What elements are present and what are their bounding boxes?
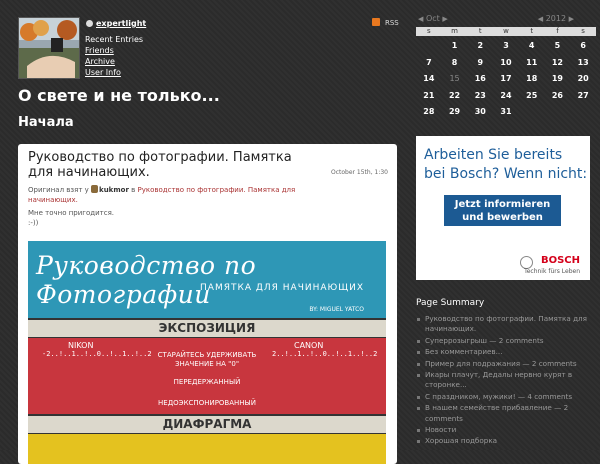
calendar-day[interactable]: 22	[442, 88, 468, 105]
calendar-day[interactable]: 21	[416, 88, 442, 105]
nav-friends[interactable]: Friends	[85, 45, 143, 56]
nav-recent-entries[interactable]: Recent Entries	[85, 34, 143, 45]
calendar-day[interactable]: 27	[570, 88, 596, 105]
calendar-day[interactable]: 7	[416, 55, 442, 72]
section-aperture: ДИАФРАГМА	[28, 416, 386, 433]
username-link[interactable]: expertlight	[86, 19, 146, 28]
page-summary: Page Summary Руководство по фотографии. …	[416, 298, 594, 448]
calendar-day[interactable]: 16	[467, 71, 493, 88]
calendar-day[interactable]: 11	[519, 55, 545, 72]
list-item[interactable]: Суперрозыгрыш — 2 comments	[416, 336, 594, 346]
calendar-day[interactable]: 9	[467, 55, 493, 72]
rss-link[interactable]: RSS	[372, 18, 399, 27]
journal-nav: Recent Entries Friends Archive User Info	[85, 34, 143, 78]
next-year-icon[interactable]: ▶	[569, 15, 574, 23]
nav-archive[interactable]: Archive	[85, 56, 143, 67]
list-item[interactable]: Икары плачут, Дедалы нервно курят в стор…	[416, 370, 594, 391]
userpic[interactable]	[18, 17, 80, 79]
calendar-day[interactable]: 25	[519, 88, 545, 105]
weekday-label: t	[530, 27, 534, 35]
page-summary-heading: Page Summary	[416, 298, 485, 308]
ad-logo: BOSCH	[540, 255, 580, 266]
exposure-panel: NIKON CANON СТАРАЙТЕСЬ УДЕРЖИВАТЬ ЗНАЧЕН…	[28, 338, 386, 414]
ad-tagline: Technik fürs Leben	[524, 268, 580, 275]
weekday-label: s	[581, 27, 585, 35]
calendar-empty-cell	[570, 104, 596, 121]
weekday-label: f	[556, 27, 559, 35]
prev-month-icon[interactable]: ◀	[418, 15, 423, 23]
calendar-header: ◀ Oct ▶ ◀ 2012 ▶	[418, 13, 596, 27]
calendar-day[interactable]: 14	[416, 71, 442, 88]
calendar-day[interactable]: 24	[493, 88, 519, 105]
calendar-day[interactable]: 23	[467, 88, 493, 105]
list-item[interactable]: Хорошая подборка	[416, 436, 594, 446]
journal-subtitle: Начала	[18, 115, 74, 130]
post-entry: Руководство по фотографии. Памятка для н…	[18, 144, 397, 464]
calendar-grid: 1 2 3 4 5 6 7 8 9 10 11 12 13 14 15 16 17 18 19 20 21 22 23 24 2…	[416, 38, 596, 121]
calendar-month: Oct	[425, 14, 440, 23]
calendar-empty-cell	[545, 104, 571, 121]
post-date: October 15th, 1:30	[331, 169, 388, 176]
calendar-day[interactable]: 17	[493, 71, 519, 88]
original-author-link[interactable]: kukmor	[99, 186, 129, 194]
calendar-day[interactable]: 30	[467, 104, 493, 121]
calendar-day[interactable]: 29	[442, 104, 468, 121]
user-icon	[86, 20, 93, 27]
post-title[interactable]: Руководство по фотографии. Памятка для н…	[28, 150, 318, 180]
journal-title: О свете и не только...	[18, 86, 220, 105]
list-item[interactable]: В нашем семействе прибавление — 2 commen…	[416, 403, 594, 424]
list-item[interactable]: С праздником, мужики! — 4 comments	[416, 392, 594, 402]
calendar-day[interactable]: 10	[493, 55, 519, 72]
calendar-weekdays: s m t w t f s	[416, 27, 596, 36]
calendar-year: 2012	[545, 14, 567, 23]
user-icon	[91, 185, 99, 193]
page-summary-list: Руководство по фотографии. Памятка для н…	[416, 314, 594, 447]
calendar-empty-cell	[416, 38, 442, 55]
calendar: ◀ Oct ▶ ◀ 2012 ▶ s m t w t f s 123456789…	[416, 13, 596, 121]
rss-icon	[372, 18, 380, 26]
calendar-day[interactable]: 8	[442, 55, 468, 72]
next-month-icon[interactable]: ▶	[442, 15, 447, 23]
list-item[interactable]: Руководство по фотографии. Памятка для н…	[416, 314, 594, 335]
infographic-header: Руководство по Фотографии ПАМЯТКА ДЛЯ НА…	[28, 241, 386, 318]
prev-year-icon[interactable]: ◀	[538, 15, 543, 23]
calendar-day[interactable]: 12	[545, 55, 571, 72]
calendar-day[interactable]: 20	[570, 71, 596, 88]
list-item[interactable]: Пример для подражания — 2 comments	[416, 359, 594, 369]
calendar-day[interactable]: 5	[545, 38, 571, 55]
weekday-label: s	[427, 27, 431, 35]
infographic-image[interactable]: Руководство по Фотографии ПАМЯТКА ДЛЯ НА…	[28, 241, 386, 464]
weekday-label: w	[503, 27, 509, 35]
post-body: Мне точно пригодится. :-))	[28, 209, 115, 227]
list-item[interactable]: Новости	[416, 425, 594, 435]
calendar-day[interactable]: 4	[519, 38, 545, 55]
weekday-label: t	[478, 27, 482, 35]
calendar-day[interactable]: 6	[570, 38, 596, 55]
calendar-day[interactable]: 1	[442, 38, 468, 55]
ad-text: Arbeiten Sie bereits bei Bosch? Wenn nic…	[424, 147, 588, 182]
calendar-day[interactable]: 18	[519, 71, 545, 88]
calendar-day[interactable]: 28	[416, 104, 442, 121]
aperture-panel	[28, 434, 386, 464]
calendar-day[interactable]: 2	[467, 38, 493, 55]
ad-button[interactable]: Jetzt informieren und bewerben	[444, 195, 561, 226]
calendar-day[interactable]: 19	[545, 71, 571, 88]
calendar-day[interactable]: 13	[570, 55, 596, 72]
bosch-ad[interactable]: Arbeiten Sie bereits bei Bosch? Wenn nic…	[416, 136, 590, 280]
list-item[interactable]: Без комментариев...	[416, 347, 594, 357]
calendar-day[interactable]: 31	[493, 104, 519, 121]
calendar-day[interactable]: 3	[493, 38, 519, 55]
calendar-day[interactable]: 26	[545, 88, 571, 105]
calendar-empty-cell	[519, 104, 545, 121]
post-repost-meta: Оригинал взят у kukmor в Руководство по …	[28, 185, 296, 204]
nav-user-info[interactable]: User Info	[85, 67, 143, 78]
section-exposure: ЭКСПОЗИЦИЯ	[28, 320, 386, 337]
calendar-day[interactable]: 15	[442, 71, 468, 88]
weekday-label: m	[451, 27, 458, 35]
